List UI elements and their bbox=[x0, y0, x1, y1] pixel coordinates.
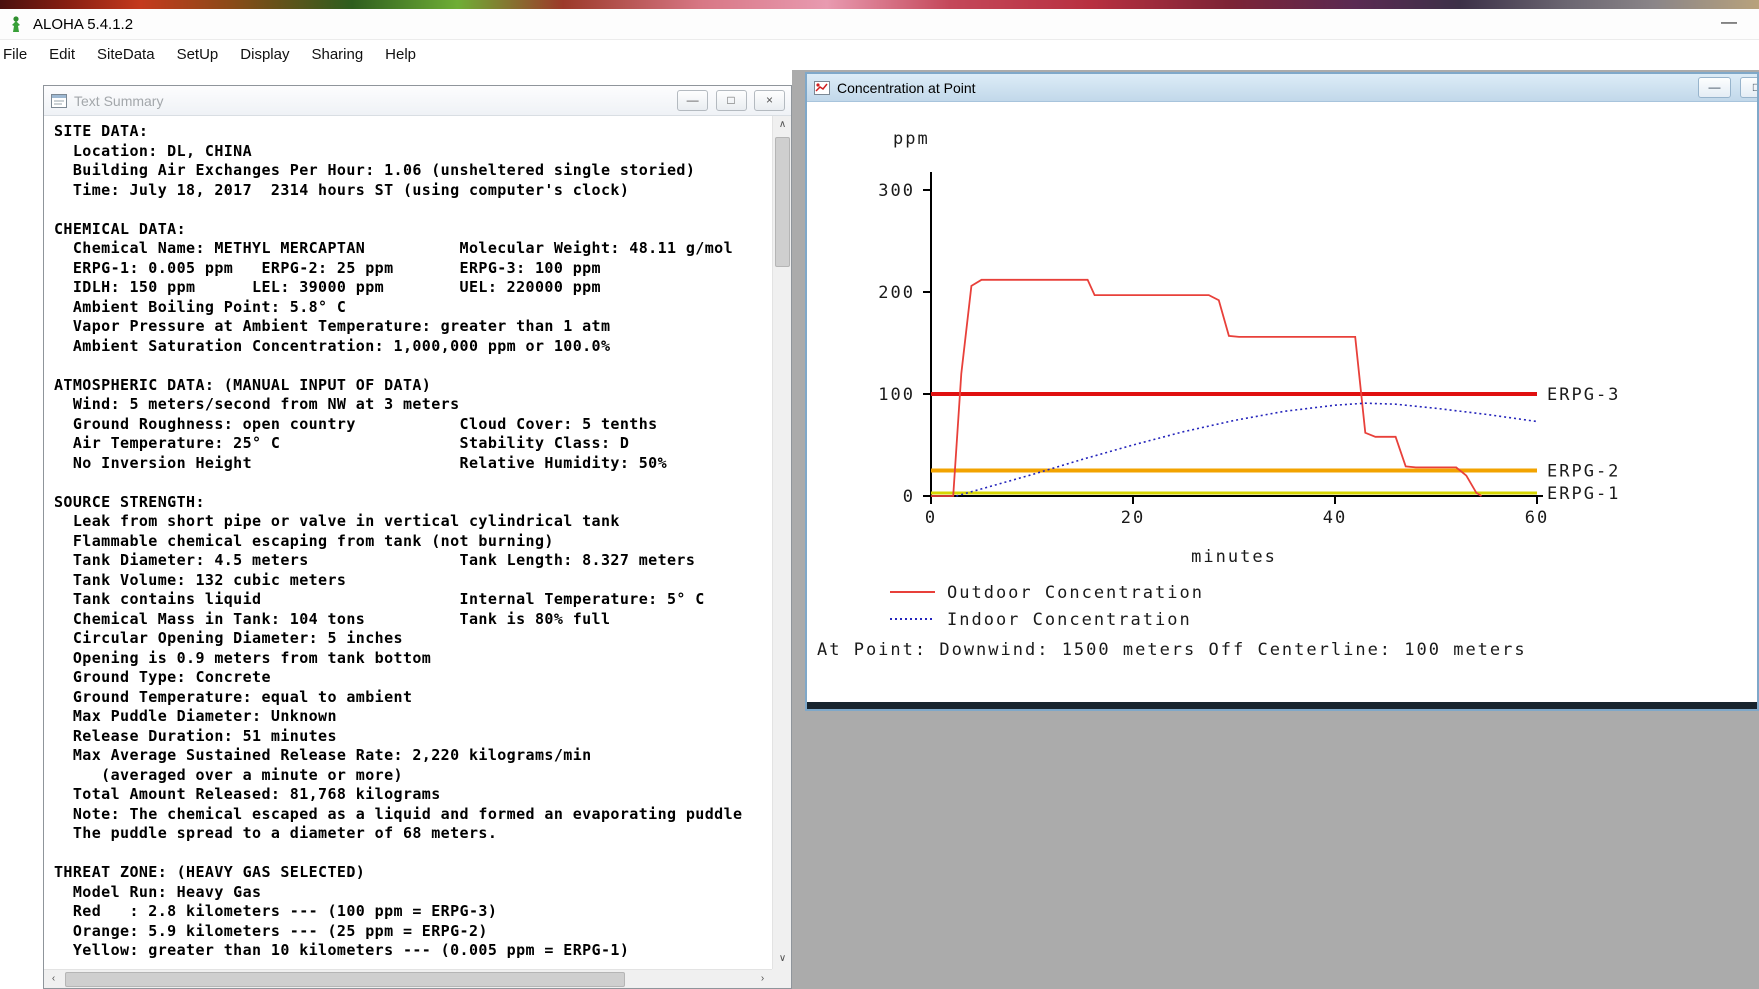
chart-icon bbox=[814, 80, 830, 95]
svg-text:ERPG-1: ERPG-1 bbox=[1547, 484, 1620, 504]
close-button[interactable]: × bbox=[754, 90, 785, 111]
minimize-button[interactable]: — bbox=[1698, 77, 1731, 98]
menu-bar: File Edit SiteData SetUp Display Sharing Help bbox=[0, 40, 1759, 70]
concentration-body: 0 100 200 300 0 20 40 60 ppm minutes ERPG-3 ERPG-2 E… bbox=[807, 102, 1757, 702]
svg-text:200: 200 bbox=[878, 283, 915, 303]
text-summary-window: Text Summary — □ × SITE DATA: Location: … bbox=[43, 85, 792, 989]
text-summary-icon bbox=[51, 93, 67, 108]
text-summary-titlebar[interactable]: Text Summary — □ × bbox=[44, 86, 791, 116]
app-minimize-button[interactable]: — bbox=[1713, 9, 1745, 40]
concentration-chart: 0 100 200 300 0 20 40 60 ppm minutes ERPG-3 ERPG-2E… bbox=[817, 129, 1620, 660]
app-title: ALOHA 5.4.1.2 bbox=[33, 15, 134, 33]
menu-item-sitedata[interactable]: SiteData bbox=[86, 40, 166, 70]
menu-item-help[interactable]: Help bbox=[374, 40, 427, 70]
concentration-title: Concentration at Point bbox=[837, 79, 976, 96]
horizontal-scrollbar[interactable]: ‹ › bbox=[44, 969, 772, 988]
app-titlebar[interactable]: ALOHA 5.4.1.2 — bbox=[0, 9, 1759, 40]
menu-item-file[interactable]: File bbox=[0, 40, 38, 70]
menu-item-edit[interactable]: Edit bbox=[38, 40, 86, 70]
desktop-wallpaper-strip bbox=[0, 0, 1759, 9]
svg-text:minutes: minutes bbox=[1191, 547, 1277, 567]
mdi-area: Text Summary — □ × SITE DATA: Location: … bbox=[0, 70, 1759, 989]
restore-button[interactable]: □ bbox=[715, 90, 747, 111]
scroll-left-arrow[interactable]: ‹ bbox=[44, 970, 63, 988]
screen: ALOHA 5.4.1.2 — File Edit SiteData SetUp Dis… bbox=[0, 0, 1759, 989]
text-summary-content: SITE DATA: Location: DL, CHINA Building … bbox=[54, 122, 743, 959]
maximize-button[interactable]: □ bbox=[1740, 77, 1757, 98]
menu-item-display[interactable]: Display bbox=[229, 40, 300, 70]
svg-text:0: 0 bbox=[925, 508, 937, 528]
scroll-down-arrow[interactable]: ∨ bbox=[773, 950, 791, 969]
text-summary-window-controls: — □ × bbox=[674, 90, 785, 111]
concentration-bottom-strip bbox=[807, 702, 1757, 709]
vertical-scroll-thumb[interactable] bbox=[775, 137, 790, 267]
scroll-up-arrow[interactable]: ∧ bbox=[773, 116, 791, 135]
svg-text:ERPG-2: ERPG-2 bbox=[1547, 462, 1620, 482]
svg-text:ppm: ppm bbox=[893, 129, 930, 149]
minimize-button[interactable]: — bbox=[677, 90, 709, 111]
vertical-scrollbar[interactable]: ∧ ∨ bbox=[772, 116, 791, 969]
svg-text:60: 60 bbox=[1525, 508, 1549, 528]
scroll-right-arrow[interactable]: › bbox=[753, 970, 772, 988]
menu-item-setup[interactable]: SetUp bbox=[166, 40, 230, 70]
svg-text:Outdoor Concentration: Outdoor Concentration bbox=[947, 583, 1204, 603]
text-summary-body: SITE DATA: Location: DL, CHINA Building … bbox=[44, 116, 791, 988]
svg-text:20: 20 bbox=[1121, 508, 1145, 528]
concentration-window: Concentration at Point — □ 0 100 200 300 0 20… bbox=[805, 72, 1759, 711]
concentration-titlebar[interactable]: Concentration at Point — □ bbox=[807, 74, 1757, 102]
svg-text:ERPG-3: ERPG-3 bbox=[1547, 385, 1620, 405]
horizontal-scroll-thumb[interactable] bbox=[65, 972, 625, 987]
svg-text:40: 40 bbox=[1323, 508, 1347, 528]
svg-text:Indoor Concentration: Indoor Concentration bbox=[947, 610, 1192, 630]
svg-text:300: 300 bbox=[878, 181, 915, 201]
svg-text:0: 0 bbox=[903, 487, 915, 507]
text-summary-title: Text Summary bbox=[74, 92, 164, 109]
scrollbar-corner bbox=[772, 969, 791, 988]
menu-item-sharing[interactable]: Sharing bbox=[300, 40, 374, 70]
svg-text:At Point: Downwind: 1500: At Point: Downwind: 1500 meters Off Cent… bbox=[817, 640, 1527, 660]
svg-text:100: 100 bbox=[878, 385, 915, 405]
aloha-app-icon bbox=[7, 15, 25, 33]
